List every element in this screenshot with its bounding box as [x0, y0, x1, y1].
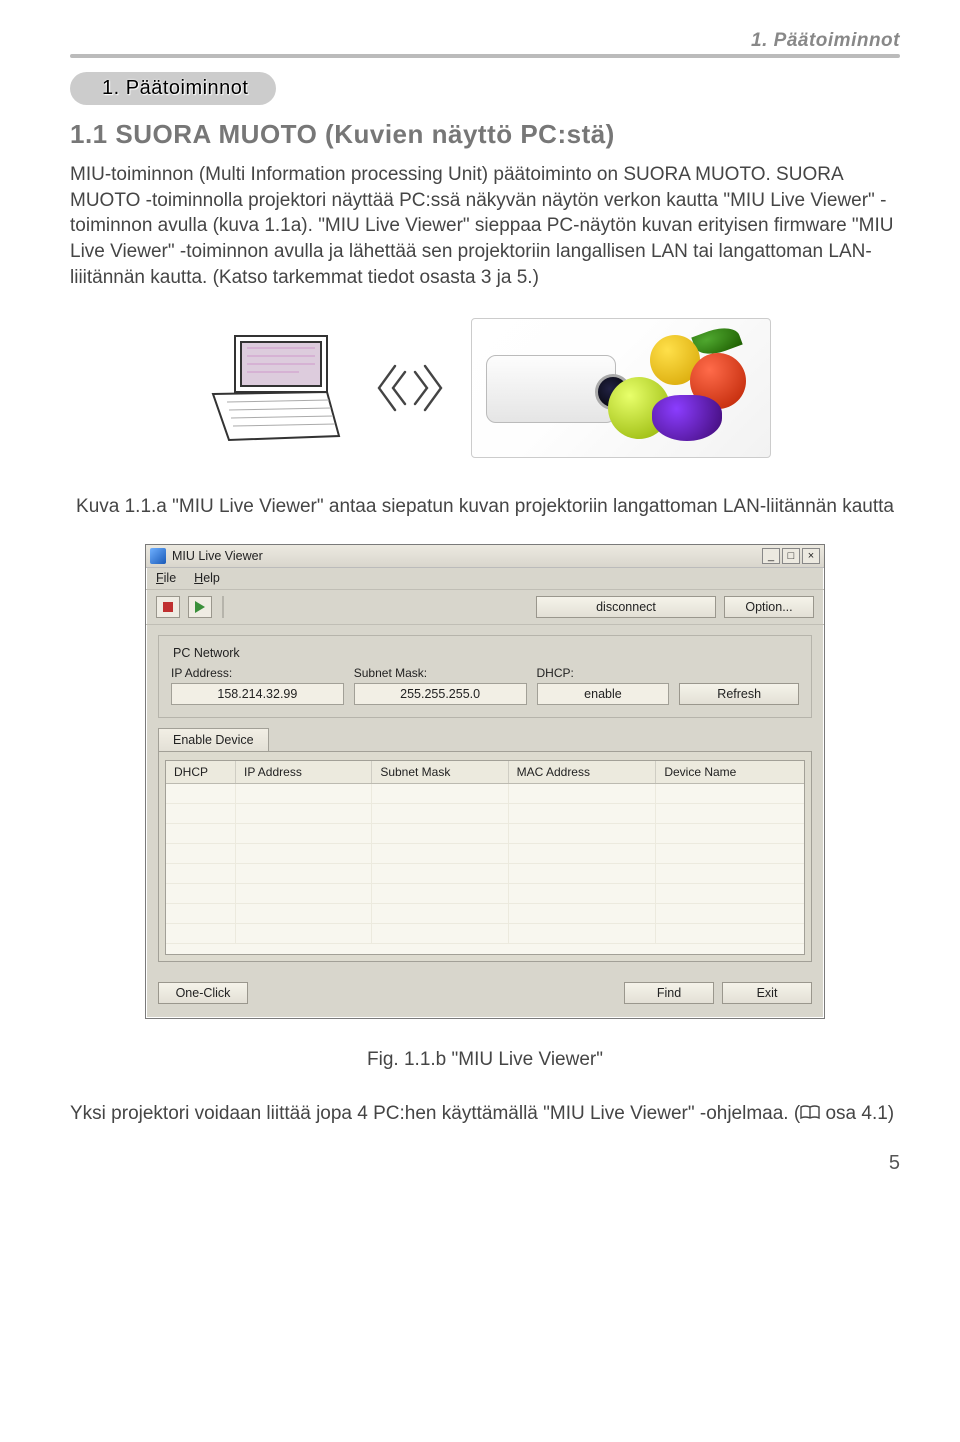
toolbar: disconnect Option...	[146, 590, 824, 625]
toolbar-separator	[222, 596, 224, 618]
bottom-text-1: Yksi projektori voidaan liittää jopa 4 P…	[70, 1103, 800, 1124]
bottom-text-2: osa 4.1)	[820, 1103, 894, 1124]
pc-network-panel: PC Network IP Address: 158.214.32.99 Sub…	[158, 635, 812, 718]
miu-live-viewer-dialog: MIU Live Viewer _ □ × File Help disconne…	[145, 544, 825, 1019]
menubar: File Help	[146, 568, 824, 590]
page-number: 5	[70, 1152, 900, 1175]
titlebar: MIU Live Viewer _ □ ×	[146, 545, 824, 568]
close-button[interactable]: ×	[802, 548, 820, 564]
one-click-button[interactable]: One-Click	[158, 982, 248, 1004]
minimize-button[interactable]: _	[762, 548, 780, 564]
col-mac-address[interactable]: MAC Address	[509, 761, 657, 783]
dhcp-value: enable	[537, 683, 670, 705]
projector-photo	[471, 318, 771, 458]
subheading: 1.1 SUORA MUOTO (Kuvien näyttö PC:stä)	[70, 119, 900, 150]
tabs: Enable Device	[158, 728, 812, 751]
running-header: 1. Päätoiminnot	[70, 30, 900, 52]
option-button[interactable]: Option...	[724, 596, 814, 618]
stop-button[interactable]	[156, 596, 180, 618]
pc-network-label: PC Network	[167, 646, 246, 660]
menu-file[interactable]: File	[156, 571, 176, 586]
illustration-row	[70, 318, 900, 458]
disconnect-button[interactable]: disconnect	[536, 596, 716, 618]
subnet-mask-value: 255.255.255.0	[354, 683, 527, 705]
window-title: MIU Live Viewer	[172, 549, 263, 563]
col-ip-address[interactable]: IP Address	[236, 761, 372, 783]
empty-label	[679, 666, 799, 680]
section-tab: 1. Päätoiminnot	[70, 72, 276, 105]
dialog-footer: One-Click Find Exit	[146, 972, 824, 1018]
table-body[interactable]	[166, 784, 804, 954]
refresh-button[interactable]: Refresh	[679, 683, 799, 705]
header-rule	[70, 54, 900, 58]
menu-help[interactable]: Help	[194, 571, 220, 586]
figure-caption-a: Kuva 1.1.a "MIU Live Viewer" antaa siepa…	[70, 494, 900, 520]
col-dhcp[interactable]: DHCP	[166, 761, 236, 783]
maximize-button[interactable]: □	[782, 548, 800, 564]
find-button[interactable]: Find	[624, 982, 714, 1004]
subnet-mask-label: Subnet Mask:	[354, 666, 527, 680]
body-paragraph: MIU-toiminnon (Multi Information process…	[70, 162, 900, 290]
table-header: DHCP IP Address Subnet Mask MAC Address …	[166, 761, 804, 784]
wireless-icon	[375, 360, 445, 416]
tab-enable-device[interactable]: Enable Device	[158, 728, 269, 751]
col-device-name[interactable]: Device Name	[656, 761, 804, 783]
exit-button[interactable]: Exit	[722, 982, 812, 1004]
figure-caption-b: Fig. 1.1.b "MIU Live Viewer"	[70, 1049, 900, 1071]
dhcp-label: DHCP:	[537, 666, 670, 680]
bottom-paragraph: Yksi projektori voidaan liittää jopa 4 P…	[70, 1101, 900, 1127]
tab-content: DHCP IP Address Subnet Mask MAC Address …	[158, 751, 812, 962]
window-controls: _ □ ×	[762, 548, 820, 564]
ip-address-label: IP Address:	[171, 666, 344, 680]
col-subnet-mask[interactable]: Subnet Mask	[372, 761, 508, 783]
book-icon	[800, 1105, 820, 1120]
app-icon	[150, 548, 166, 564]
play-button[interactable]	[188, 596, 212, 618]
ip-address-value: 158.214.32.99	[171, 683, 344, 705]
laptop-icon	[199, 328, 349, 448]
device-table: DHCP IP Address Subnet Mask MAC Address …	[165, 760, 805, 955]
